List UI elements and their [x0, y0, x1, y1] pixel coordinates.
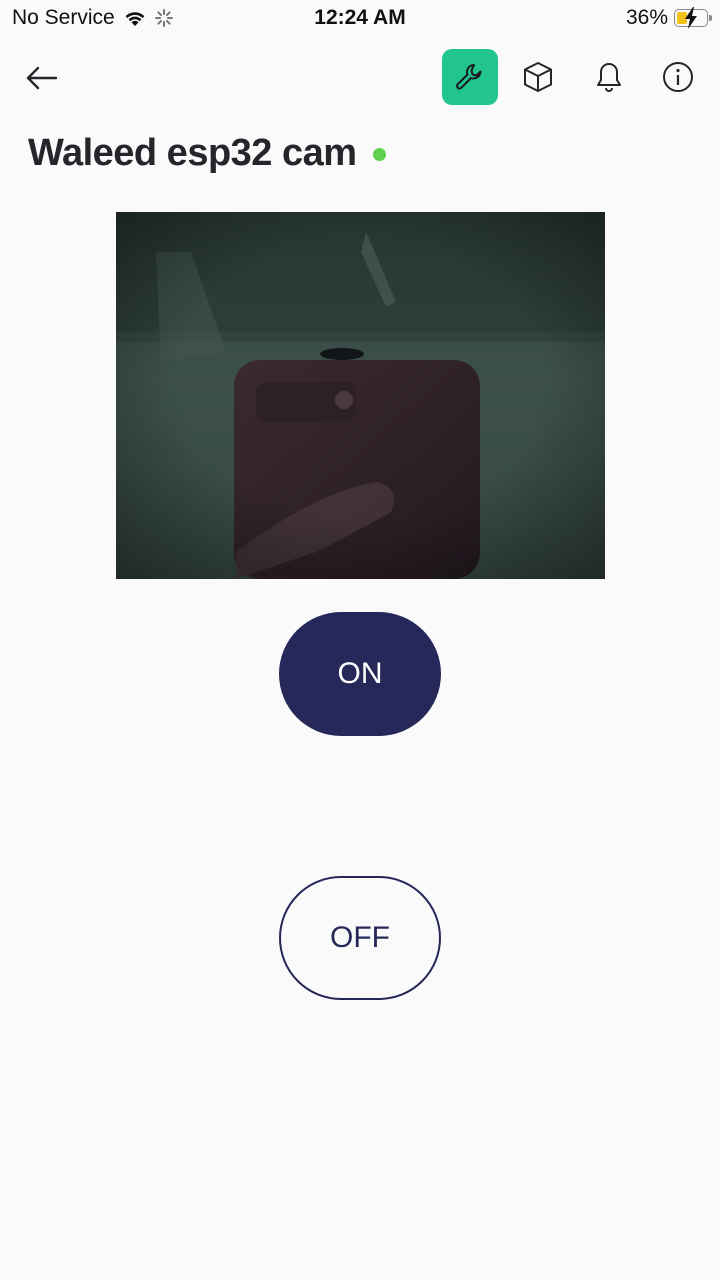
device-title: Waleed esp32 cam — [28, 132, 357, 174]
settings-button[interactable] — [442, 49, 498, 105]
camera-feed — [116, 212, 605, 579]
info-icon — [663, 62, 693, 92]
info-button[interactable] — [650, 49, 706, 105]
off-button[interactable]: OFF — [279, 876, 441, 1000]
back-arrow-icon — [26, 66, 58, 90]
on-button[interactable]: ON — [279, 612, 441, 736]
cube-icon — [524, 62, 552, 92]
notifications-button[interactable] — [581, 49, 637, 105]
battery-charging-icon — [674, 7, 712, 29]
device-header: Waleed esp32 cam — [28, 132, 386, 175]
status-time: 12:24 AM — [314, 6, 406, 29]
bell-icon — [597, 63, 621, 92]
battery-percent: 36% — [625, 6, 668, 29]
back-button[interactable] — [22, 58, 62, 98]
wrench-icon — [456, 64, 482, 90]
status-bar: No Service 12:24 AM 36% — [0, 0, 720, 36]
bolt-icon — [685, 7, 697, 29]
online-status-dot — [372, 148, 386, 161]
camera-frame-image — [116, 212, 605, 579]
toolbar — [0, 48, 720, 106]
status-right: 36% — [625, 6, 712, 30]
device-model-button[interactable] — [510, 49, 566, 105]
